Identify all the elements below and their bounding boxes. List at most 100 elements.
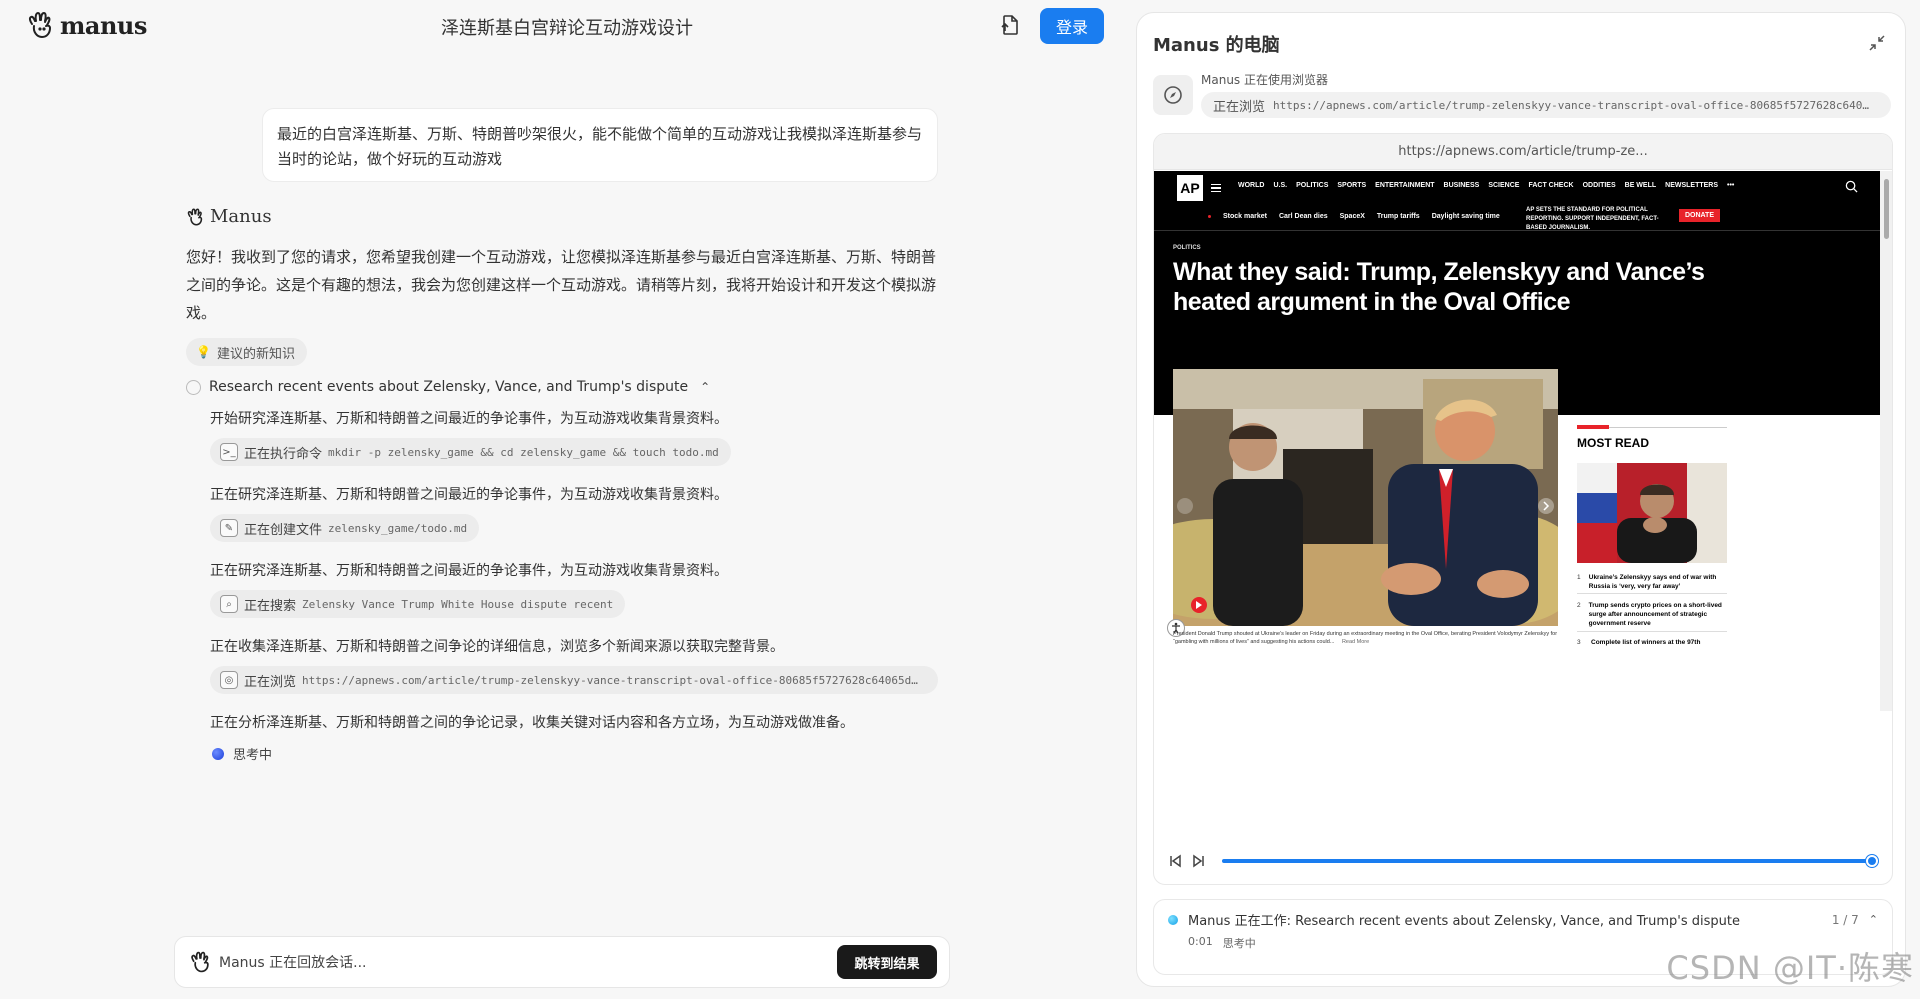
collapse-icon[interactable]	[1867, 33, 1887, 53]
using-browser-label: Manus 正在使用浏览器	[1201, 73, 1328, 87]
rank-number: 1	[1577, 574, 1581, 581]
compass-icon	[1164, 86, 1182, 104]
read-more-link[interactable]: Read More	[1342, 639, 1369, 645]
csdn-watermark: CSDN @IT·陈寒	[1666, 949, 1914, 987]
edit-icon: ✎	[220, 519, 238, 537]
chip-verb: 正在执行命令	[244, 446, 323, 462]
step-text: 正在研究泽连斯基、万斯和特朗普之间最近的争论事件，为互动游戏收集背景资料。	[210, 487, 728, 503]
compass-icon: ◎	[220, 671, 238, 689]
divider	[1577, 631, 1727, 632]
chevron-up-icon[interactable]: ⌃	[700, 380, 710, 394]
chip-verb: 正在创建文件	[244, 522, 323, 538]
more-icon[interactable]: •••	[1727, 182, 1734, 189]
knowledge-chip[interactable]: 💡 建议的新知识	[186, 338, 307, 366]
oval-office-photo	[1173, 369, 1558, 626]
knowledge-chip-label: 建议的新知识	[216, 346, 295, 362]
browsing-url: https://apnews.com/article/trump-zelensk…	[1273, 98, 1870, 112]
divider	[1154, 230, 1880, 231]
nav-item[interactable]: ODDITIES	[1583, 182, 1616, 189]
nav-item[interactable]: NEWSLETTERS	[1665, 182, 1718, 189]
research-task-title: Research recent events about Zelensky, V…	[209, 379, 689, 395]
trending-item[interactable]: Trump tariffs	[1377, 213, 1420, 220]
jump-to-result-button[interactable]: 跳转到结果	[837, 945, 937, 979]
working-dot-icon	[1168, 914, 1178, 925]
page-scrollbar[interactable]	[1880, 171, 1892, 711]
photo-caption: President Donald Trump shouted at Ukrain…	[1173, 630, 1558, 646]
bot-header: Manus	[186, 206, 272, 227]
article-photo[interactable]	[1173, 369, 1558, 626]
nav-item[interactable]: SCIENCE	[1488, 182, 1519, 189]
nav-item[interactable]: ENTERTAINMENT	[1375, 182, 1434, 189]
step-text: 正在分析泽连斯基、万斯和特朗普之间的争论记录，收集关键对话内容和各方立场，为互动…	[210, 715, 854, 731]
computer-panel-title: Manus 的电脑	[1153, 35, 1280, 56]
site-nav: WORLD U.S. POLITICS SPORTS ENTERTAINMENT…	[1238, 182, 1734, 189]
nav-item[interactable]: SPORTS	[1337, 182, 1366, 189]
skip-back-icon[interactable]	[1168, 854, 1182, 868]
search-icon[interactable]	[1845, 180, 1858, 193]
computer-panel: Manus 的电脑 Manus 正在使用浏览器 正在浏览 https://apn…	[1136, 12, 1906, 987]
replay-status: Manus 正在回放会话...	[219, 955, 367, 971]
trending-item[interactable]: Carl Dean dies	[1279, 213, 1328, 220]
research-task-header[interactable]: Research recent events about Zelensky, V…	[186, 379, 710, 395]
task-status-circle	[186, 379, 201, 395]
step-text: 正在研究泽连斯基、万斯和特朗普之间最近的争论事件，为互动游戏收集背景资料。	[210, 563, 728, 579]
step-text: 开始研究泽连斯基、万斯和特朗普之间最近的争论事件，为互动游戏收集背景资料。	[210, 411, 728, 427]
most-read-headline: Ukraine’s Zelenskyy says end of war with…	[1588, 574, 1717, 590]
tool-chip-search[interactable]: ⌕ 正在搜索 Zelensky Vance Trump White House …	[210, 590, 626, 618]
thinking-dot-icon	[212, 747, 224, 760]
most-read-item[interactable]: 1 Ukraine’s Zelenskyy says end of war wi…	[1577, 573, 1727, 591]
nav-item[interactable]: WORLD	[1238, 182, 1264, 189]
divider	[1577, 593, 1727, 594]
most-read-photo[interactable]	[1577, 463, 1727, 563]
most-read-item[interactable]: 2 Trump sends crypto prices on a short-l…	[1577, 601, 1727, 628]
most-read-item[interactable]: 3 Complete list of winners at the 97th	[1577, 638, 1727, 647]
trending-nav: Stock market Carl Dean dies SpaceX Trump…	[1208, 213, 1500, 220]
skip-forward-icon[interactable]	[1192, 854, 1206, 868]
search-icon: ⌕	[220, 595, 238, 613]
lightbulb-icon: 💡	[196, 345, 211, 359]
donate-button[interactable]: DONATE	[1679, 209, 1720, 222]
chip-detail: zelensky_game/todo.md	[328, 521, 468, 535]
menu-icon[interactable]	[1211, 184, 1221, 192]
rank-number: 3	[1577, 639, 1581, 646]
article-headline: What they said: Trump, Zelenskyy and Van…	[1173, 258, 1705, 316]
replay-progress-knob[interactable]	[1866, 855, 1878, 867]
nav-item[interactable]: POLITICS	[1296, 182, 1328, 189]
tool-chip-file[interactable]: ✎ 正在创建文件 zelensky_game/todo.md	[210, 514, 480, 542]
replay-player	[1154, 846, 1892, 876]
browsing-verb: 正在浏览	[1213, 99, 1266, 115]
nav-item[interactable]: BUSINESS	[1444, 182, 1480, 189]
webpage-screenshot[interactable]: AP WORLD U.S. POLITICS SPORTS ENTERTAINM…	[1154, 171, 1880, 711]
most-read-title: MOST READ	[1577, 436, 1649, 450]
terminal-icon: >_	[220, 443, 238, 461]
browser-viewer: https://apnews.com/article/trump-ze... A…	[1153, 133, 1893, 885]
login-button[interactable]: 登录	[1040, 8, 1104, 44]
zelensky-photo	[1577, 463, 1727, 563]
replay-bar: Manus 正在回放会话... 跳转到结果	[174, 936, 950, 988]
most-read-header: MOST READ	[1577, 425, 1727, 450]
red-accent-bar	[1577, 425, 1609, 429]
tool-chip-command[interactable]: >_ 正在执行命令 mkdir -p zelensky_game && cd z…	[210, 438, 731, 466]
scrollbar-thumb[interactable]	[1884, 179, 1889, 239]
rank-number: 2	[1577, 602, 1581, 609]
ap-logo[interactable]: AP	[1177, 175, 1203, 201]
chip-verb: 正在搜索	[244, 598, 297, 614]
thinking-indicator: 思考中	[212, 744, 272, 763]
url-bar: https://apnews.com/article/trump-ze...	[1154, 134, 1892, 170]
trending-item[interactable]: Daylight saving time	[1432, 213, 1500, 220]
share-file-icon[interactable]	[998, 13, 1022, 37]
trending-item[interactable]: Stock market	[1223, 213, 1267, 220]
nav-item[interactable]: U.S.	[1273, 182, 1287, 189]
nav-item[interactable]: BE WELL	[1625, 182, 1657, 189]
chip-detail: Zelensky Vance Trump White House dispute…	[302, 597, 614, 611]
trending-item[interactable]: SpaceX	[1340, 213, 1365, 220]
nav-item[interactable]: FACT CHECK	[1528, 182, 1573, 189]
user-message: 最近的白宫泽连斯基、万斯、特朗普吵架很火，能不能做个简单的互动游戏让我模拟泽连斯…	[262, 108, 938, 182]
replay-progress-track[interactable]	[1222, 855, 1878, 867]
section-tag[interactable]: POLITICS	[1173, 245, 1201, 251]
tool-chip-browse[interactable]: ◎ 正在浏览 https://apnews.com/article/trump-…	[210, 666, 938, 694]
step-text: 正在收集泽连斯基、万斯和特朗普之间争论的详细信息，浏览多个新闻来源以获取完整背景…	[210, 639, 784, 655]
chevron-up-icon[interactable]: ⌃	[1869, 913, 1878, 926]
browser-icon	[1153, 75, 1193, 115]
chip-detail: mkdir -p zelensky_game && cd zelensky_ga…	[328, 445, 719, 459]
